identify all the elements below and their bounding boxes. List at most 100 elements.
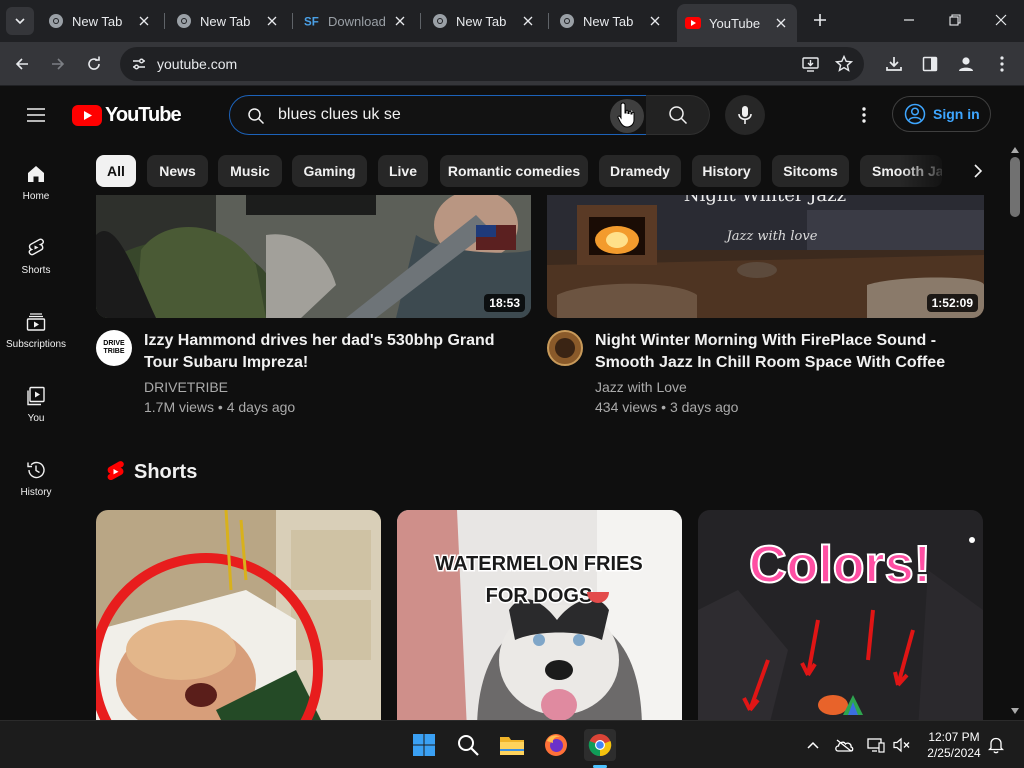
close-icon[interactable] — [520, 13, 536, 29]
scroll-up-arrow-icon[interactable] — [1010, 145, 1020, 155]
browser-tab[interactable]: New Tab — [40, 6, 160, 36]
start-button[interactable] — [408, 729, 440, 761]
voice-search-button[interactable] — [725, 95, 765, 135]
close-icon[interactable] — [136, 13, 152, 29]
thumb-overlay-script: Jazz with love — [724, 229, 818, 244]
video-thumbnail[interactable]: Night Winter Jazz Jazz with love 1:52:09 — [547, 195, 984, 318]
video-duration: 1:52:09 — [926, 294, 978, 312]
browser-tab[interactable]: New Tab — [168, 6, 288, 36]
url-text: youtube.com — [157, 56, 238, 72]
reload-button[interactable] — [78, 48, 110, 80]
scrollbar-thumb[interactable] — [1010, 157, 1020, 217]
chevron-up-icon — [807, 741, 819, 749]
network-tray-icon[interactable] — [866, 735, 886, 755]
hamburger-menu-icon — [27, 108, 45, 122]
chip-news[interactable]: News — [147, 155, 208, 187]
short-overlay-line1: WATERMELON FRIES — [435, 553, 642, 575]
minimize-button[interactable] — [886, 0, 932, 40]
search-icon — [246, 106, 266, 126]
chrome-icon — [588, 734, 612, 757]
address-bar[interactable]: youtube.com — [120, 47, 864, 81]
chips-next-button[interactable] — [962, 155, 994, 187]
channel-avatar[interactable]: DRIVE TRIBE — [96, 330, 132, 366]
close-icon[interactable] — [647, 13, 663, 29]
filter-chip-bar: All News Music Gaming Live Romantic come… — [96, 155, 996, 187]
file-explorer-button[interactable] — [496, 729, 528, 761]
chrome-menu-button[interactable] — [986, 48, 1018, 80]
forward-button[interactable] — [42, 48, 74, 80]
channel-avatar[interactable] — [547, 330, 583, 366]
sidebar-item-you[interactable]: You — [0, 365, 72, 439]
chip-live[interactable]: Live — [378, 155, 428, 187]
video-channel-name[interactable]: DRIVETRIBE — [144, 379, 228, 395]
chip-romantic-comedies[interactable]: Romantic comedies — [440, 155, 588, 187]
chrome-icon — [176, 13, 192, 29]
bookmark-star-icon[interactable] — [832, 52, 856, 76]
search-input[interactable]: blues clues uk se — [229, 95, 647, 135]
chip-sitcoms[interactable]: Sitcoms — [772, 155, 849, 187]
chip-gaming[interactable]: Gaming — [292, 155, 367, 187]
tab-title: YouTube — [709, 15, 761, 31]
youtube-header: YouTube blues clues uk se Sign in — [0, 87, 1024, 143]
tab-search-button[interactable] — [6, 7, 34, 35]
side-panel-button[interactable] — [914, 48, 946, 80]
volume-muted-tray-icon[interactable] — [892, 735, 912, 755]
avatar-text: DRIVE TRIBE — [103, 340, 125, 355]
chip-dramedy[interactable]: Dramedy — [599, 155, 681, 187]
scroll-down-arrow-icon[interactable] — [1010, 706, 1020, 716]
onedrive-tray-icon[interactable] — [834, 735, 854, 755]
close-window-button[interactable] — [978, 0, 1024, 40]
restore-button[interactable] — [932, 0, 978, 40]
close-icon — [995, 14, 1007, 26]
taskbar-search-button[interactable] — [452, 729, 484, 761]
site-info-icon[interactable] — [126, 51, 152, 77]
tab-title: New Tab — [72, 13, 123, 29]
sidebar-item-home[interactable]: Home — [0, 143, 72, 217]
browser-tab[interactable]: New Tab — [424, 6, 544, 36]
clock-date: 2/25/2024 — [927, 746, 981, 760]
avatar-image — [555, 338, 575, 358]
profile-button[interactable] — [950, 48, 982, 80]
short-thumbnail[interactable]: Colors! — [698, 510, 983, 720]
browser-tab[interactable]: SF Download — [296, 6, 416, 36]
sidebar-item-label: Subscriptions — [5, 339, 67, 350]
sign-in-label: Sign in — [933, 106, 980, 122]
sign-in-button[interactable]: Sign in — [892, 96, 991, 132]
video-title[interactable]: Night Winter Morning With FirePlace Soun… — [595, 330, 975, 374]
folder-icon — [500, 737, 524, 755]
video-channel-name[interactable]: Jazz with Love — [595, 379, 687, 395]
page-scrollbar[interactable] — [1006, 143, 1024, 720]
short-thumbnail[interactable] — [96, 510, 381, 720]
browser-tab[interactable]: New Tab — [551, 6, 671, 36]
close-icon[interactable] — [264, 13, 280, 29]
home-icon — [28, 166, 44, 182]
chip-history[interactable]: History — [692, 155, 761, 187]
search-button[interactable] — [646, 95, 710, 135]
youtube-logo[interactable]: YouTube — [72, 102, 182, 128]
close-icon[interactable] — [392, 13, 408, 29]
video-title[interactable]: Izzy Hammond drives her dad's 530bhp Gra… — [144, 330, 524, 374]
firefox-button[interactable] — [540, 729, 572, 761]
chrome-taskbar-button[interactable] — [584, 729, 616, 761]
sidebar-item-shorts[interactable]: Shorts — [0, 217, 72, 291]
chip-music[interactable]: Music — [218, 155, 282, 187]
taskbar-clock[interactable]: 12:07 PM 2/25/2024 — [918, 729, 990, 761]
reload-icon — [88, 56, 100, 70]
downloads-button[interactable] — [878, 48, 910, 80]
video-thumbnail[interactable]: 18:53 — [96, 195, 531, 318]
sidebar-item-history[interactable]: History — [0, 439, 72, 513]
close-icon[interactable] — [773, 15, 789, 31]
back-button[interactable] — [6, 48, 38, 80]
chip-all[interactable]: All — [96, 155, 136, 187]
history-icon — [27, 461, 45, 479]
browser-tab-active[interactable]: YouTube — [677, 4, 797, 42]
colors-short-image: Colors! — [698, 510, 983, 720]
guide-menu-button[interactable] — [20, 99, 52, 131]
notifications-button[interactable] — [986, 735, 1006, 755]
settings-menu-button[interactable] — [848, 99, 880, 131]
short-thumbnail[interactable]: WATERMELON FRIES FOR DOGS — [397, 510, 682, 720]
sidebar-item-subscriptions[interactable]: Subscriptions — [0, 291, 72, 365]
new-tab-button[interactable] — [808, 8, 832, 32]
install-app-icon[interactable] — [799, 52, 823, 76]
show-hidden-icons-button[interactable] — [803, 735, 823, 755]
